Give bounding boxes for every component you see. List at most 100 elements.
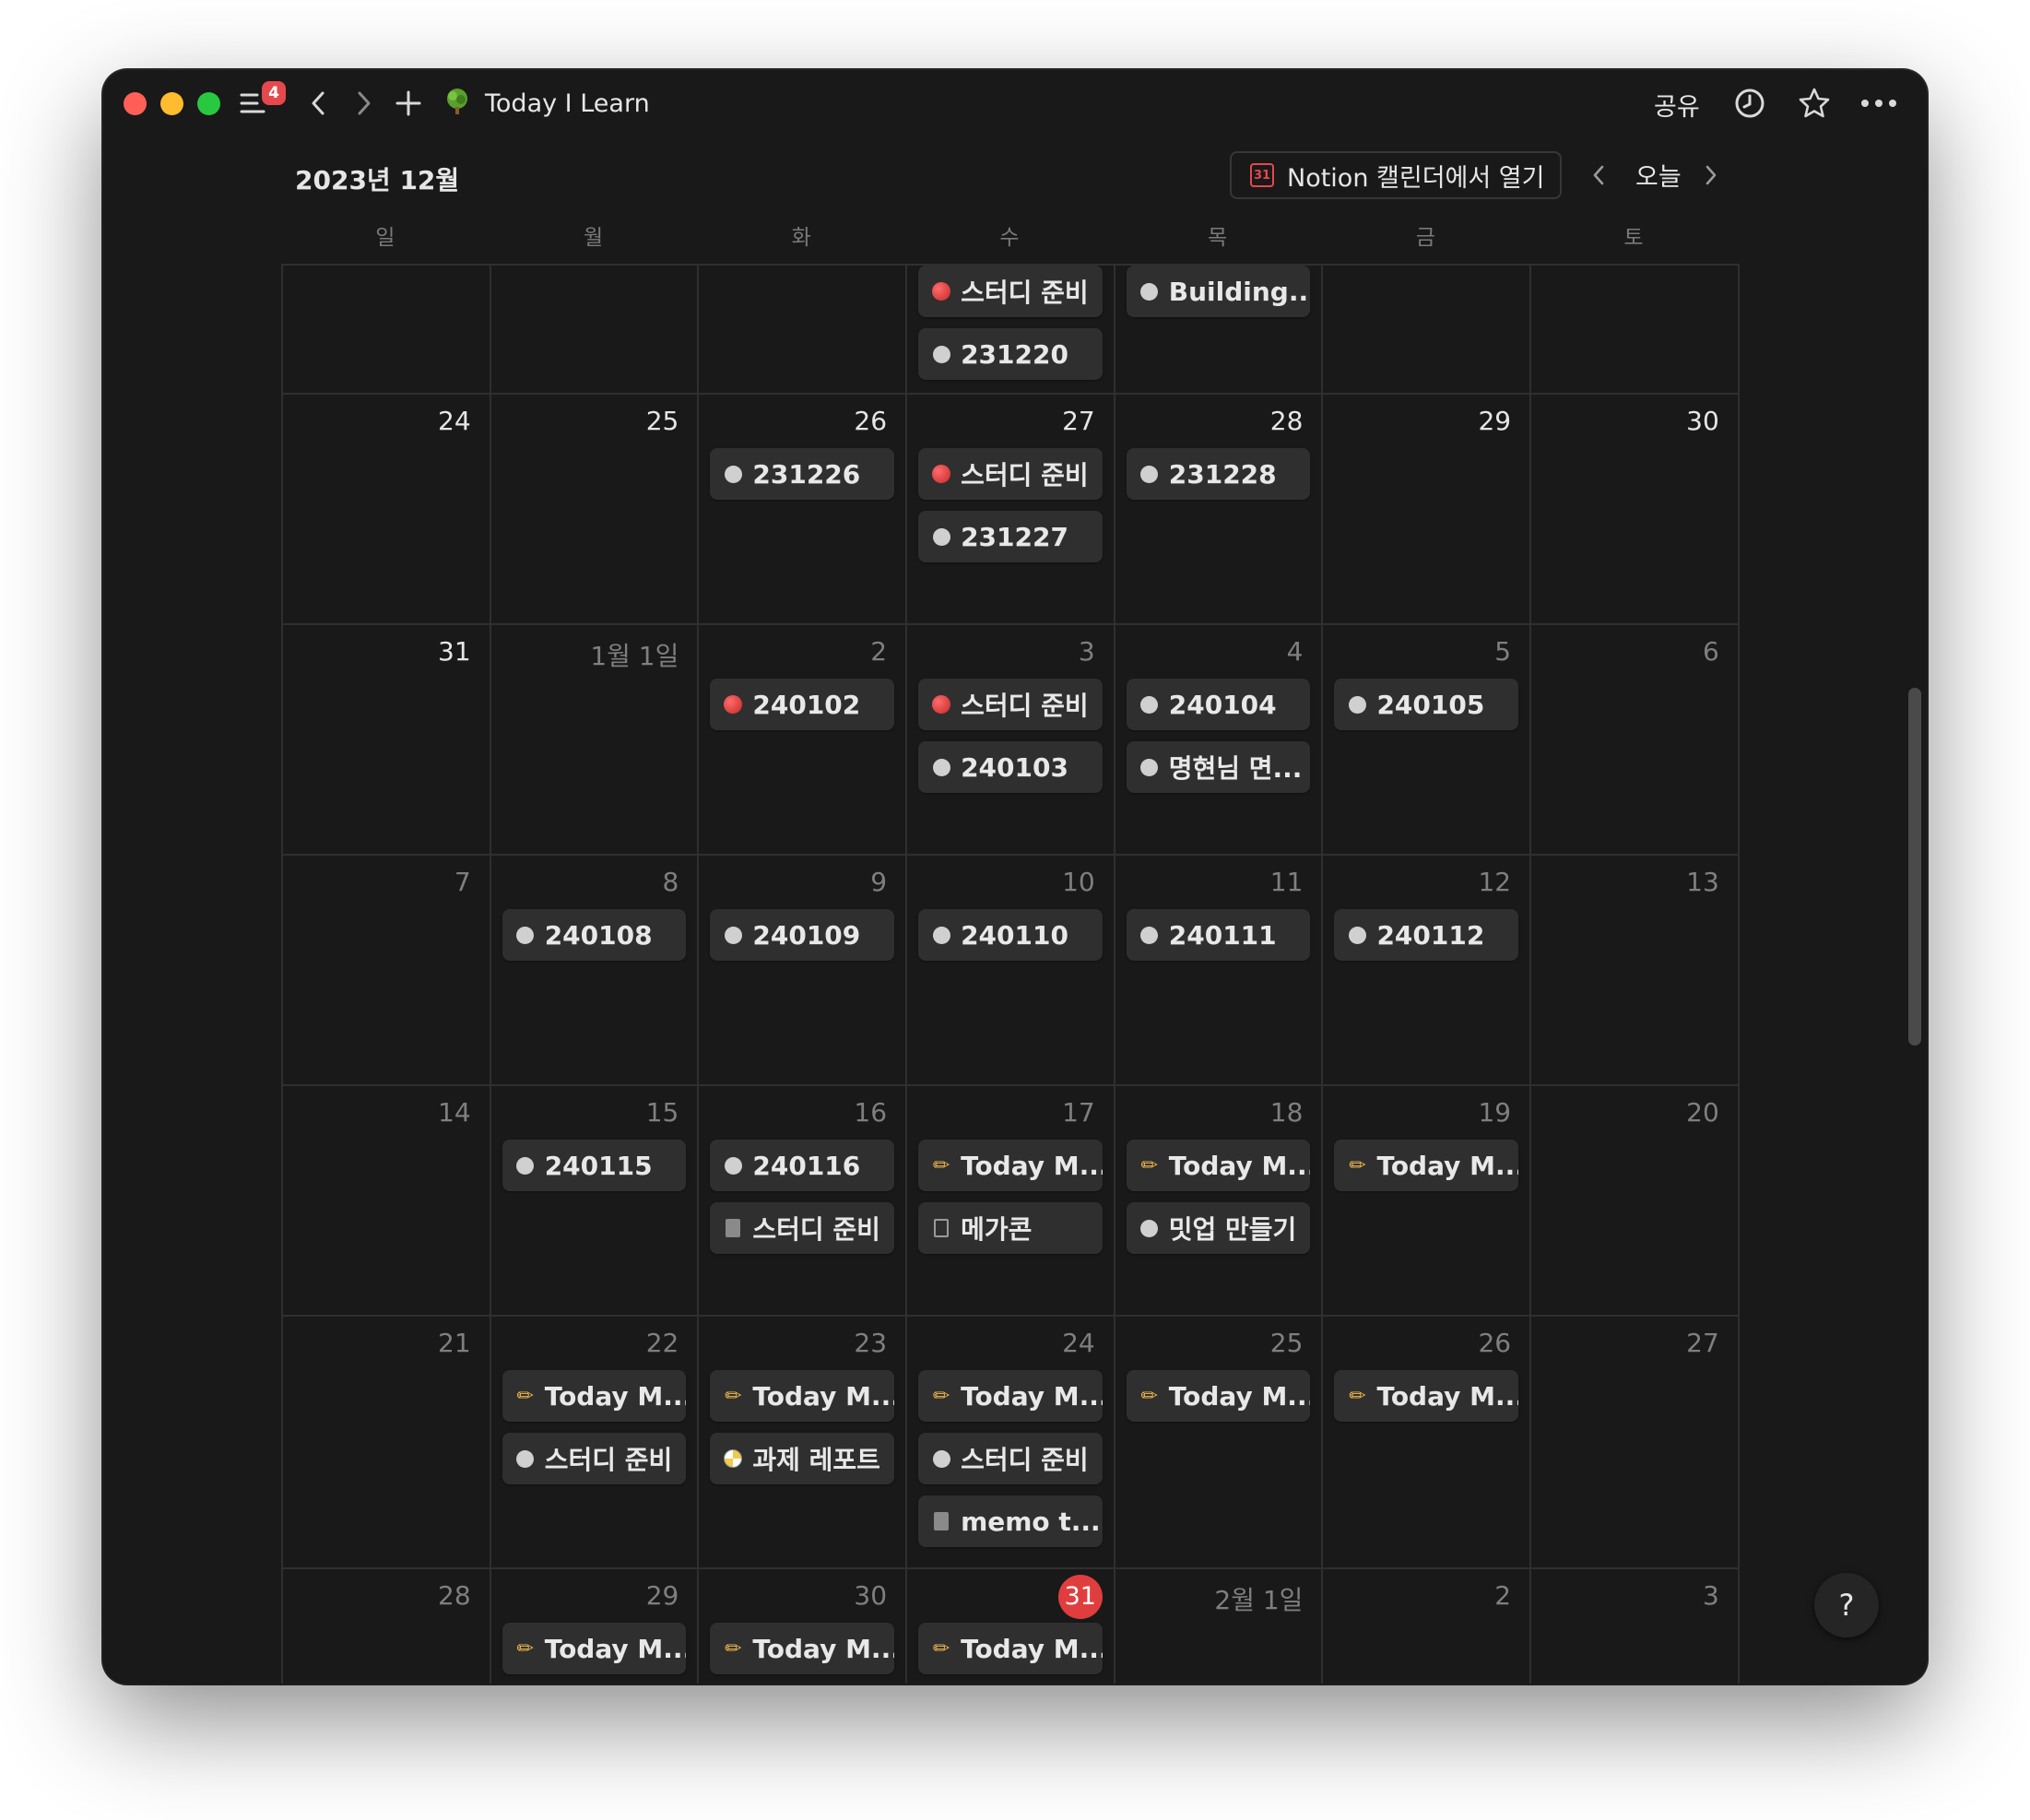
day-cell[interactable]: 30 ✏ Today M...	[699, 1569, 908, 1684]
day-cell[interactable]: 18 ✏ Today M... 밋업 만들기	[1115, 1086, 1324, 1315]
day-cell[interactable]	[1531, 266, 1740, 393]
event-card[interactable]: memo t...	[918, 1495, 1103, 1547]
event-card[interactable]: ✏ Today M...	[918, 1623, 1103, 1674]
day-cell[interactable]: 10 240110	[907, 856, 1115, 1084]
day-cell[interactable]: 17 ✏ Today M... 메가콘	[907, 1086, 1115, 1315]
day-cell[interactable]: 15 240115	[491, 1086, 700, 1315]
day-cell[interactable]: 27 스터디 준비 231227	[907, 395, 1115, 623]
day-cell[interactable]: 13	[1531, 856, 1740, 1084]
day-cell[interactable]: 2월 1일	[1115, 1569, 1324, 1684]
history-clock-icon[interactable]	[1731, 85, 1768, 122]
event-card[interactable]: ✏ Today M...	[1126, 1140, 1311, 1191]
day-cell[interactable]: 1월 1일	[491, 625, 700, 854]
event-card[interactable]: ✏ Today M...	[918, 1140, 1103, 1191]
event-card[interactable]: ✏ Today M...	[710, 1623, 895, 1674]
day-cell[interactable]: 27	[1531, 1317, 1740, 1567]
day-cell[interactable]: 3	[1531, 1569, 1740, 1684]
event-card[interactable]: 240102	[710, 679, 895, 730]
day-cell[interactable]: 스터디 준비 231220	[907, 266, 1115, 393]
event-card[interactable]: 240116	[710, 1140, 895, 1191]
event-card[interactable]: 밋업 만들기	[1126, 1202, 1311, 1254]
day-cell[interactable]: 28 231228	[1115, 395, 1324, 623]
day-cell[interactable]: 25 ✏ Today M...	[1115, 1317, 1324, 1567]
event-card[interactable]: 240109	[710, 909, 895, 961]
day-cell[interactable]: 5 240105	[1323, 625, 1532, 854]
event-card[interactable]: 스터디 준비	[918, 679, 1103, 730]
open-in-notion-calendar-button[interactable]: 31 Notion 캘린더에서 열기	[1230, 151, 1562, 199]
day-cell[interactable]: 7	[283, 856, 491, 1084]
day-cell[interactable]: 12 240112	[1323, 856, 1532, 1084]
more-options-icon[interactable]	[1859, 85, 1899, 122]
day-cell[interactable]: 20	[1531, 1086, 1740, 1315]
day-cell[interactable]: 16 240116 스터디 준비	[699, 1086, 908, 1315]
day-cell[interactable]: 25	[491, 395, 700, 623]
day-cell[interactable]: 2 240102	[699, 625, 908, 854]
day-cell[interactable]	[491, 266, 700, 393]
event-card[interactable]: 240108	[502, 909, 687, 961]
event-card[interactable]: 240103	[918, 741, 1103, 793]
day-cell[interactable]: 2	[1323, 1569, 1532, 1684]
event-card[interactable]: ✏ Today M...	[1126, 1370, 1311, 1422]
day-cell[interactable]: 28	[283, 1569, 491, 1684]
scrollbar-thumb[interactable]	[1908, 688, 1921, 1046]
event-card[interactable]: 스터디 준비	[918, 448, 1103, 500]
event-card[interactable]: 과제 레포트	[710, 1433, 895, 1484]
day-cell[interactable]: 8 240108	[491, 856, 700, 1084]
event-card[interactable]: 240115	[502, 1140, 687, 1191]
day-cell[interactable]: 26 231226	[699, 395, 908, 623]
day-cell[interactable]: 4 240104 명현님 면...	[1115, 625, 1324, 854]
day-cell[interactable]	[1323, 266, 1532, 393]
event-card[interactable]: ✏ Today M...	[918, 1370, 1103, 1422]
close-window-button[interactable]	[124, 92, 147, 115]
event-card[interactable]: 231228	[1126, 448, 1311, 500]
forward-arrow-icon[interactable]	[350, 85, 378, 122]
event-card[interactable]: ✏ Today M...	[710, 1370, 895, 1422]
back-arrow-icon[interactable]	[304, 85, 332, 122]
minimize-window-button[interactable]	[160, 92, 183, 115]
event-card[interactable]: 231227	[918, 511, 1103, 562]
day-cell[interactable]	[699, 266, 908, 393]
prev-month-chevron-icon[interactable]	[1591, 157, 1606, 194]
event-card[interactable]: ✏ Today M...	[502, 1623, 687, 1674]
day-cell[interactable]: 24	[283, 395, 491, 623]
day-cell[interactable]	[283, 266, 491, 393]
zoom-window-button[interactable]	[197, 92, 220, 115]
day-cell[interactable]: 22 ✏ Today M... 스터디 준비	[491, 1317, 700, 1567]
event-card[interactable]: Building...	[1126, 266, 1311, 317]
event-card[interactable]: ✏ Today M...	[1334, 1370, 1519, 1422]
new-page-plus-icon[interactable]	[393, 85, 424, 122]
event-card[interactable]: 메가콘	[918, 1202, 1103, 1254]
day-cell[interactable]: 29	[1323, 395, 1532, 623]
event-card[interactable]: 240105	[1334, 679, 1519, 730]
day-cell[interactable]: Building...	[1115, 266, 1324, 393]
event-card[interactable]: 240111	[1126, 909, 1311, 961]
event-card[interactable]: 231226	[710, 448, 895, 500]
event-card[interactable]: 240110	[918, 909, 1103, 961]
day-cell[interactable]: 26 ✏ Today M...	[1323, 1317, 1532, 1567]
next-month-chevron-icon[interactable]	[1704, 157, 1718, 194]
day-cell[interactable]: 21	[283, 1317, 491, 1567]
page-breadcrumb[interactable]: Today I Learn	[443, 85, 650, 122]
help-button[interactable]: ?	[1814, 1573, 1879, 1637]
event-card[interactable]: 명현님 면...	[1126, 741, 1311, 793]
share-button[interactable]: 공유	[1654, 87, 1700, 123]
day-cell[interactable]: 24 ✏ Today M... 스터디 준비 memo t...	[907, 1317, 1115, 1567]
event-card[interactable]: ✏ Today M...	[502, 1370, 687, 1422]
day-cell[interactable]: 9 240109	[699, 856, 908, 1084]
favorite-star-icon[interactable]	[1796, 85, 1833, 122]
day-cell[interactable]: 23 ✏ Today M... 과제 레포트	[699, 1317, 908, 1567]
event-card[interactable]: ✏ Today M...	[1334, 1140, 1519, 1191]
today-button[interactable]: 오늘	[1635, 157, 1682, 193]
day-cell[interactable]: 30	[1531, 395, 1740, 623]
event-card[interactable]: 스터디 준비	[710, 1202, 895, 1254]
day-cell[interactable]: 29 ✏ Today M...	[491, 1569, 700, 1684]
day-cell[interactable]: 3 스터디 준비 240103	[907, 625, 1115, 854]
event-card[interactable]: 스터디 준비	[502, 1433, 687, 1484]
day-cell[interactable]: 14	[283, 1086, 491, 1315]
event-card[interactable]: 스터디 준비	[918, 1433, 1103, 1484]
day-cell[interactable]: 11 240111	[1115, 856, 1324, 1084]
event-card[interactable]: 스터디 준비	[918, 266, 1103, 317]
event-card[interactable]: 240112	[1334, 909, 1519, 961]
day-cell[interactable]: 31	[283, 625, 491, 854]
day-cell[interactable]: 6	[1531, 625, 1740, 854]
